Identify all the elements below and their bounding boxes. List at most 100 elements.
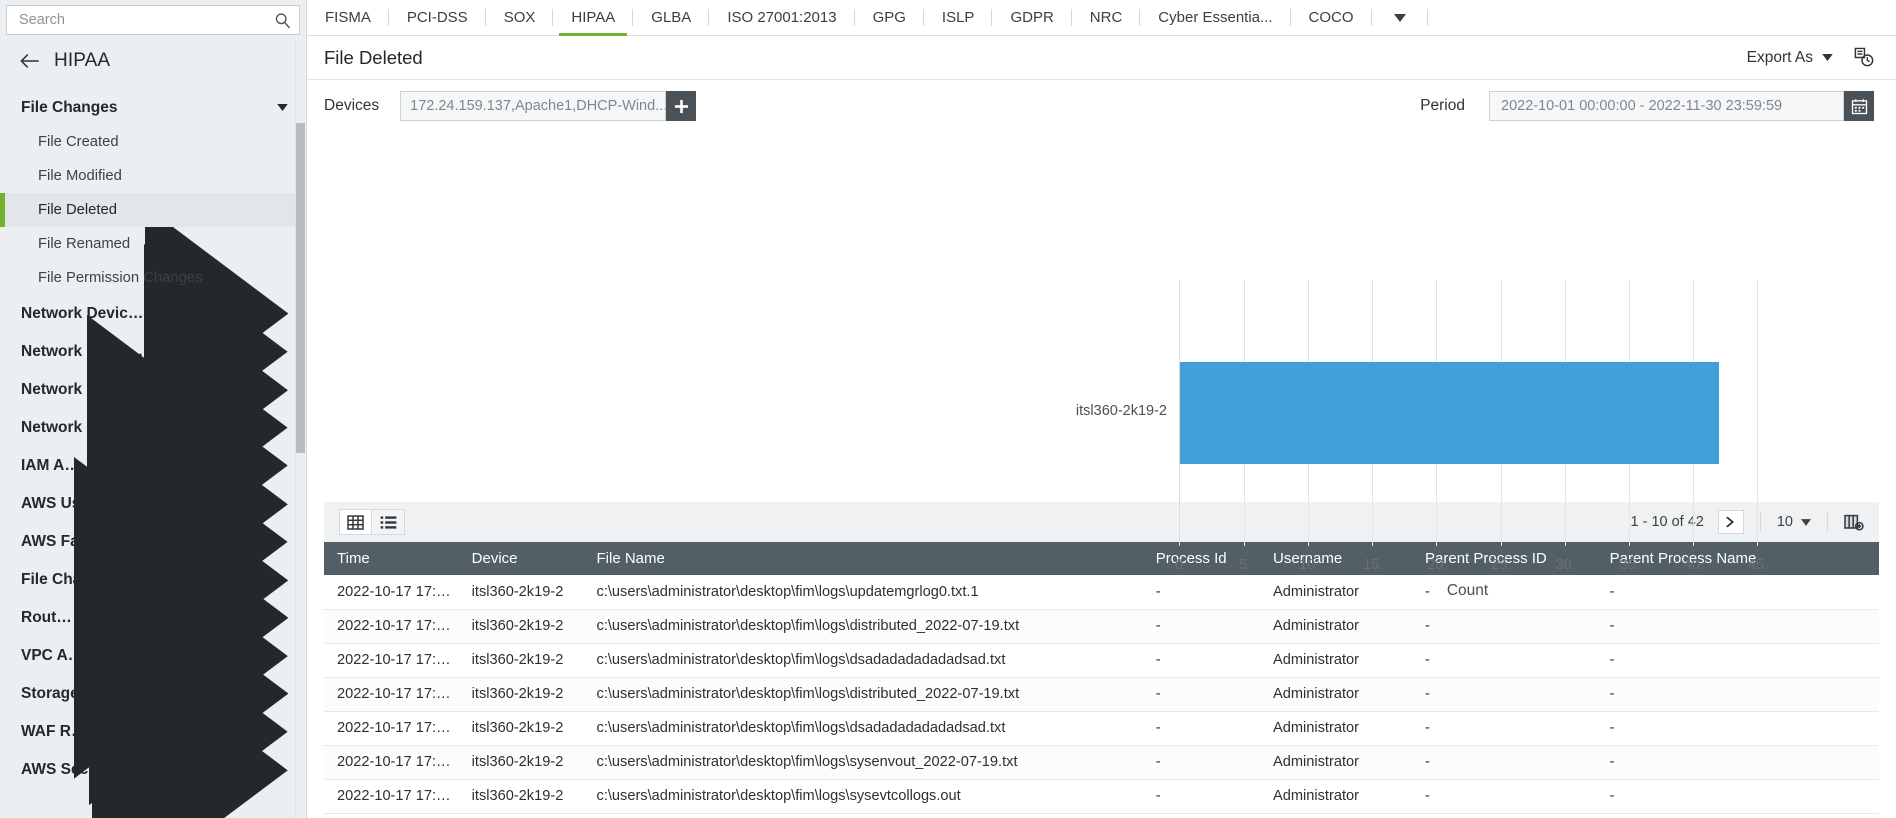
- chart-canvas: itsl360-2k19-2 0 5 10 15 20 25 30 35 40 45 Count: [307, 132, 1896, 599]
- table-cell-parent-process-name: -: [1596, 745, 1879, 780]
- sidebar-item-file-permission-changes[interactable]: File Permission Changes: [0, 261, 306, 295]
- tab-islp[interactable]: ISLP: [924, 0, 993, 35]
- table-row[interactable]: 2022-10-17 17:58:11 itsl360-2k19-2 c:\user…: [324, 779, 1879, 814]
- tab-gdpr[interactable]: GDPR: [992, 0, 1072, 35]
- sidebar-item-file-renamed[interactable]: File Renamed: [0, 227, 306, 261]
- report-schedule-icon[interactable]: [1853, 47, 1874, 68]
- column-header-username[interactable]: Username: [1260, 542, 1413, 575]
- table-cell-parent-process-name: -: [1596, 711, 1879, 746]
- tab-label: Cyber Essentia...: [1158, 9, 1273, 26]
- sidebar-item-file-modified[interactable]: File Modified: [0, 159, 306, 193]
- tab-sox[interactable]: SOX: [486, 0, 554, 35]
- tab-overflow-menu[interactable]: [1372, 0, 1428, 35]
- table-cell-process-id: -: [1142, 711, 1261, 746]
- page-header-actions: Export As: [1747, 47, 1874, 68]
- search-icon[interactable]: [274, 12, 291, 29]
- tab-gpg[interactable]: GPG: [855, 0, 924, 35]
- period-label: Period: [1420, 97, 1465, 114]
- calendar-picker-button[interactable]: [1844, 91, 1874, 121]
- table-row[interactable]: 2022-10-17 17:58:11 itsl360-2k19-2 c:\user…: [324, 711, 1879, 746]
- table-body: 2022-10-17 17:59:38itsl360-2k19-2c:\user…: [324, 575, 1879, 814]
- tab-label: PCI-DSS: [406, 9, 468, 26]
- table-cell-parent-process-name: -: [1596, 677, 1879, 712]
- filters-row: Devices 172.24.159.137,Apache1,DHCP-Wind…: [307, 80, 1896, 132]
- sidebar-item-file-deleted[interactable]: File Deleted: [0, 193, 306, 227]
- tab-fisma[interactable]: FISMA: [307, 0, 389, 35]
- view-toggle-group: [339, 509, 405, 535]
- export-as-button[interactable]: Export As: [1747, 49, 1833, 67]
- chart-x-tick: 25: [1491, 557, 1508, 573]
- sidebar-item-label: AWS Security Token Service: [21, 761, 138, 778]
- table-row[interactable]: 2022-10-17 17:58:11 itsl360-2k19-2 c:\user…: [324, 609, 1879, 644]
- table-cell-time: 2022-10-17 17:59:38: [324, 575, 459, 610]
- tab-label: COCO: [1308, 9, 1354, 26]
- table-cell-process-id: -: [1142, 609, 1261, 644]
- plus-icon[interactable]: [674, 99, 689, 114]
- table-cell-time: 2022-10-17 17:58:11: [324, 643, 459, 678]
- column-header-device[interactable]: Device: [458, 542, 584, 575]
- toolbar-divider: [1759, 512, 1761, 532]
- table-cell-time: 2022-10-17 17:58:11: [324, 677, 459, 712]
- table-cell-username: Administrator: [1260, 677, 1413, 712]
- tab-nrc[interactable]: NRC: [1072, 0, 1141, 35]
- chart-bar-itsl360-2k19-2[interactable]: [1180, 362, 1719, 464]
- list-view-icon[interactable]: [380, 515, 397, 530]
- sidebar-scrollbar-thumb[interactable]: [296, 123, 305, 453]
- list-view-button[interactable]: [372, 509, 405, 535]
- table-cell-device: itsl360-2k19-2: [458, 677, 584, 712]
- tab-cyber-essentials[interactable]: Cyber Essentia...: [1140, 0, 1291, 35]
- tab-iso-27001-2013[interactable]: ISO 27001:2013: [709, 0, 855, 35]
- devices-label: Devices: [324, 97, 380, 114]
- tab-coco[interactable]: COCO: [1291, 0, 1372, 35]
- chart-x-tick: 20: [1427, 557, 1444, 573]
- table-view-icon[interactable]: [347, 514, 364, 530]
- chevron-down-icon[interactable]: [1822, 54, 1833, 61]
- chart-x-tick: 40: [1683, 557, 1700, 573]
- sidebar-nav: File Changes File Created File Modified …: [0, 86, 306, 818]
- period-input[interactable]: 2022-10-01 00:00:00 - 2022-11-30 23:59:5…: [1489, 91, 1844, 121]
- add-device-button[interactable]: [666, 91, 697, 121]
- table-cell-username: Administrator: [1260, 711, 1413, 746]
- table-cell-file-name: c:\users\administrator\desktop\fim\logs\…: [583, 711, 1143, 746]
- add-column-icon[interactable]: [1844, 514, 1864, 531]
- table-cell-parent-process-name: -: [1596, 643, 1879, 678]
- sidebar-search-wrap: [0, 0, 306, 40]
- table-cell-username: Administrator: [1260, 609, 1413, 644]
- sidebar-group-file-changes[interactable]: File Changes: [0, 90, 306, 125]
- back-arrow-icon[interactable]: [20, 53, 40, 69]
- sidebar-item-label: File Deleted: [38, 202, 117, 218]
- tab-hipaa[interactable]: HIPAA: [553, 0, 634, 36]
- page-size-select[interactable]: 10: [1777, 514, 1811, 530]
- chevron-right-icon[interactable]: [138, 657, 288, 818]
- chart-y-category-label: itsl360-2k19-2: [1075, 403, 1167, 419]
- chevron-down-icon[interactable]: [277, 104, 288, 111]
- table-row[interactable]: 2022-10-17 17:58:11 itsl360-2k19-2 c:\user…: [324, 677, 1879, 712]
- tab-glba[interactable]: GLBA: [633, 0, 710, 35]
- sidebar-back-row[interactable]: HIPAA: [0, 40, 306, 86]
- chevron-down-icon[interactable]: [1393, 13, 1406, 22]
- column-header-file-name[interactable]: File Name: [583, 542, 1143, 575]
- table-cell-time: 2022-10-17 17:58:11: [324, 745, 459, 780]
- sidebar-item-label: Route 53: [21, 609, 74, 626]
- devices-input[interactable]: 172.24.159.137,Apache1,DHCP-Wind...: [400, 91, 667, 121]
- column-header-parent-process-name[interactable]: Parent Process Name: [1596, 542, 1879, 575]
- table-row[interactable]: 2022-10-17 17:58:11 itsl360-2k19-2 c:\user…: [324, 745, 1879, 780]
- page-title: File Deleted: [324, 46, 423, 68]
- table-cell-device: itsl360-2k19-2: [458, 643, 584, 678]
- sidebar-scrollbar-track[interactable]: [295, 41, 306, 818]
- search-box[interactable]: [6, 5, 300, 35]
- chart-x-tick: 5: [1239, 557, 1248, 573]
- bar-chart: itsl360-2k19-2 0 5 10 15 20 25 30 35 40 45 Count: [307, 132, 1896, 599]
- chevron-down-icon[interactable]: [1801, 518, 1811, 526]
- table-row[interactable]: 2022-10-17 17:58:11 itsl360-2k19-2 c:\user…: [324, 643, 1879, 678]
- calendar-icon[interactable]: [1851, 98, 1868, 115]
- table-view-button[interactable]: [339, 509, 372, 535]
- sidebar-item-aws-security-token-service[interactable]: AWS Security Token Service: [0, 657, 306, 818]
- sidebar-title: HIPAA: [54, 50, 111, 71]
- sidebar-item-file-created[interactable]: File Created: [0, 125, 306, 159]
- column-header-time[interactable]: Time: [324, 542, 459, 575]
- table-cell-time: 2022-10-17 17:58:11: [324, 779, 459, 814]
- table-cell-process-id: -: [1142, 677, 1261, 712]
- tab-pci-dss[interactable]: PCI-DSS: [389, 0, 486, 35]
- search-input[interactable]: [17, 11, 274, 29]
